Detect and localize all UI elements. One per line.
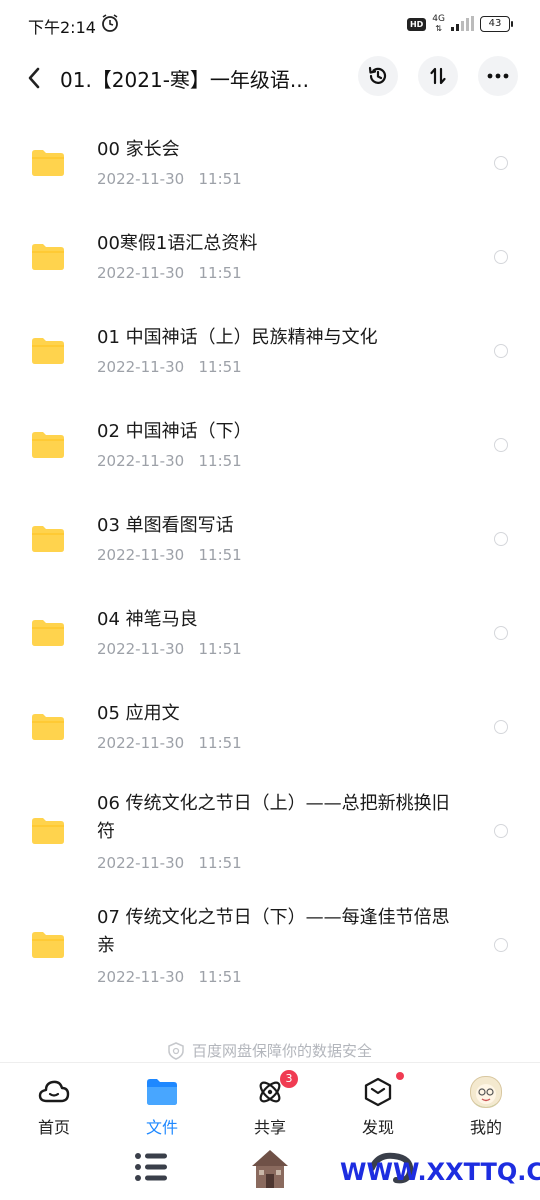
watermark-text: WWW.XXTTQ.COM [340,1158,540,1186]
history-button[interactable] [358,56,398,96]
select-checkbox[interactable] [494,938,508,952]
list-item[interactable]: 06 传统文化之节日（上）——总把新桃换旧符 2022-11-30 11:51 [0,774,540,888]
shield-icon [168,1041,184,1060]
select-checkbox[interactable] [494,824,508,838]
tab-home-label: 首页 [37,1118,70,1137]
list-item[interactable]: 00寒假1语汇总资料 2022-11-30 11:51 [0,210,540,304]
tabbar-divider [0,1062,540,1063]
folder-icon [32,714,64,740]
list-item[interactable]: 04 神笔马良 2022-11-30 11:51 [0,586,540,680]
file-list: 00 家长会 2022-11-30 11:51 00寒假1语汇总资料 2022-… [0,116,540,1002]
select-checkbox[interactable] [494,626,508,640]
file-date: 2022-11-30 11:51 [97,640,242,658]
file-date: 2022-11-30 11:51 [97,854,242,872]
file-name: 03 单图看图写话 [97,515,234,536]
tab-me[interactable]: 我的 [451,1076,521,1138]
file-name: 00 家长会 [97,139,180,160]
select-checkbox[interactable] [494,250,508,264]
data-arrows-icon: ⇅ [435,24,442,33]
battery-indicator: 43 [480,16,513,32]
tab-share-label: 共享 [253,1118,286,1137]
folder-icon [32,932,64,958]
menu-icon[interactable] [134,1150,168,1184]
tab-discover[interactable]: 发现 [343,1072,413,1138]
security-notice: 百度网盘保障你的数据安全 [0,1040,540,1061]
select-checkbox[interactable] [494,438,508,452]
file-name: 07 传统文化之节日（下）——每逢佳节倍思亲 [97,907,450,956]
avatar [470,1076,502,1108]
tab-files[interactable]: 文件 [127,1076,197,1138]
folder-icon [32,432,64,458]
list-item[interactable]: 05 应用文 2022-11-30 11:51 [0,680,540,774]
file-name: 00寒假1语汇总资料 [97,233,258,254]
tab-discover-label: 发现 [361,1118,394,1137]
status-time: 下午2:14 [28,18,96,37]
list-item[interactable]: 03 单图看图写话 2022-11-30 11:51 [0,492,540,586]
select-checkbox[interactable] [494,532,508,546]
sort-button[interactable] [418,56,458,96]
screen: 下午2:14 HD 4G ⇅ 43 01.【2021-寒】一年级语... 00 … [0,0,540,1200]
system-bar: WWW.XXTTQ.COM [0,1140,540,1200]
status-bar: 下午2:14 HD 4G ⇅ 43 [0,0,540,48]
file-date: 2022-11-30 11:51 [97,170,242,188]
file-date: 2022-11-30 11:51 [97,264,242,282]
page-title: 01.【2021-寒】一年级语... [60,68,309,92]
file-date: 2022-11-30 11:51 [97,358,242,376]
more-button[interactable] [478,56,518,96]
network-type: 4G [432,14,445,24]
back-button[interactable] [20,62,48,94]
bottom-nav: 首页 文件 3 共享 发现 我的 [0,1070,540,1140]
history-icon [368,66,387,84]
file-name: 06 传统文化之节日（上）——总把新桃换旧符 [97,793,450,842]
more-icon [487,73,509,79]
network-indicator: 4G ⇅ [432,14,445,34]
tab-me-label: 我的 [469,1118,502,1137]
folder-icon [32,150,64,176]
file-date: 2022-11-30 11:51 [97,968,242,986]
tab-home[interactable]: 首页 [19,1076,89,1138]
cube-icon [362,1072,404,1108]
share-badge: 3 [280,1070,298,1088]
file-date: 2022-11-30 11:51 [97,452,242,470]
chevron-left-icon [28,67,40,89]
file-name: 05 应用文 [97,703,180,724]
file-name: 01 中国神话（上）民族精神与文化 [97,327,378,348]
alarm-icon [102,14,118,32]
status-right: HD 4G ⇅ 43 [406,12,513,36]
files-folder-icon [146,1076,178,1108]
folder-icon [32,526,64,552]
list-item[interactable]: 01 中国神话（上）民族精神与文化 2022-11-30 11:51 [0,304,540,398]
list-item[interactable]: 02 中国神话（下） 2022-11-30 11:51 [0,398,540,492]
security-notice-text: 百度网盘保障你的数据安全 [191,1042,372,1060]
folder-icon [32,818,64,844]
select-checkbox[interactable] [494,156,508,170]
list-item[interactable]: 00 家长会 2022-11-30 11:51 [0,116,540,210]
list-item[interactable]: 07 传统文化之节日（下）——每逢佳节倍思亲 2022-11-30 11:51 [0,888,540,1002]
tab-share[interactable]: 3 共享 [235,1070,305,1138]
folder-icon [32,338,64,364]
hd-badge: HD [406,17,427,31]
signal-icon [451,16,474,31]
select-checkbox[interactable] [494,344,508,358]
cloud-icon [38,1076,70,1108]
select-checkbox[interactable] [494,720,508,734]
folder-icon [32,620,64,646]
atom-icon: 3 [254,1070,298,1108]
file-date: 2022-11-30 11:51 [97,734,242,752]
house-icon[interactable] [248,1144,292,1192]
tab-files-label: 文件 [145,1118,178,1137]
folder-icon [32,244,64,270]
discover-dot [396,1072,404,1080]
file-date: 2022-11-30 11:51 [97,546,242,564]
header: 01.【2021-寒】一年级语... [0,56,540,100]
file-name: 02 中国神话（下） [97,421,252,442]
file-name: 04 神笔马良 [97,609,198,630]
sort-icon [430,67,446,85]
